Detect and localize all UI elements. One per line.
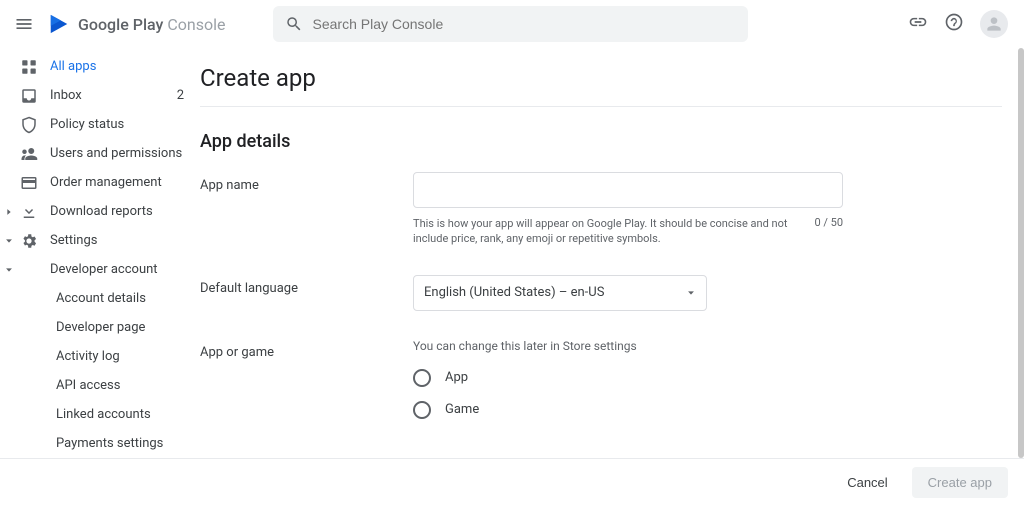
account-avatar[interactable] xyxy=(980,10,1008,38)
radio-game[interactable]: Game xyxy=(413,401,973,419)
divider xyxy=(200,106,1002,107)
select-value: English (United States) – en-US xyxy=(424,285,604,300)
shield-icon xyxy=(20,116,38,134)
main-content: Create app App details App name This is … xyxy=(200,48,1024,506)
default-language-select[interactable]: English (United States) – en-US xyxy=(413,275,707,311)
sidebar-item-inbox[interactable]: Inbox 2 xyxy=(0,81,200,110)
sidebar-label: Inbox xyxy=(50,88,165,103)
sidebar-label: Policy status xyxy=(50,117,200,132)
footer-bar: Cancel Create app xyxy=(0,458,1024,506)
sidebar-label: Download reports xyxy=(50,204,200,219)
sidebar-sub-developer-page[interactable]: Developer page xyxy=(0,313,200,342)
search-input[interactable] xyxy=(313,16,736,32)
users-icon xyxy=(20,145,38,163)
sidebar-item-policy-status[interactable]: Policy status xyxy=(0,110,200,139)
menu-icon[interactable] xyxy=(12,12,36,36)
create-app-button[interactable]: Create app xyxy=(912,467,1008,498)
collapse-icon xyxy=(2,265,16,275)
logo-text: Google Play Console xyxy=(78,15,226,34)
expand-icon xyxy=(2,207,16,217)
page-title: Create app xyxy=(200,64,1002,92)
sidebar-item-order-management[interactable]: Order management xyxy=(0,168,200,197)
top-bar: Google Play Console xyxy=(0,0,1024,48)
inbox-count: 2 xyxy=(177,88,184,103)
sidebar-item-all-apps[interactable]: All apps xyxy=(0,52,200,81)
radio-label: Game xyxy=(445,402,479,417)
person-icon xyxy=(984,14,1004,34)
search-box[interactable] xyxy=(273,6,748,42)
app-name-helper: This is how your app will appear on Goog… xyxy=(413,216,802,247)
sidebar-item-developer-account[interactable]: Developer account xyxy=(0,255,200,284)
app-or-game-note: You can change this later in Store setti… xyxy=(413,339,973,353)
link-icon[interactable] xyxy=(908,12,928,36)
apps-icon xyxy=(20,58,38,76)
logo[interactable]: Google Play Console xyxy=(48,13,226,35)
sidebar-sub-api-access[interactable]: API access xyxy=(0,371,200,400)
cancel-button[interactable]: Cancel xyxy=(835,467,899,498)
sidebar-label: Order management xyxy=(50,175,200,190)
sidebar: All apps Inbox 2 Policy status Users and… xyxy=(0,48,200,506)
collapse-icon xyxy=(2,236,16,246)
label-default-language: Default language xyxy=(200,275,413,311)
label-app-name: App name xyxy=(200,172,413,247)
radio-icon xyxy=(413,401,431,419)
app-name-counter: 0 / 50 xyxy=(814,216,843,247)
sidebar-label: Developer account xyxy=(50,262,200,277)
sidebar-label: Settings xyxy=(50,233,200,248)
sidebar-sub-activity-log[interactable]: Activity log xyxy=(0,342,200,371)
card-icon xyxy=(20,174,38,192)
play-console-icon xyxy=(48,13,70,35)
sidebar-label: Users and permissions xyxy=(50,146,200,161)
download-icon xyxy=(20,203,38,221)
radio-icon xyxy=(413,369,431,387)
sidebar-item-download-reports[interactable]: Download reports xyxy=(0,197,200,226)
sidebar-item-settings[interactable]: Settings xyxy=(0,226,200,255)
inbox-icon xyxy=(20,87,38,105)
sidebar-sub-payments-settings[interactable]: Payments settings xyxy=(0,429,200,458)
sidebar-sub-linked-accounts[interactable]: Linked accounts xyxy=(0,400,200,429)
help-icon[interactable] xyxy=(944,12,964,36)
sidebar-item-users-permissions[interactable]: Users and permissions xyxy=(0,139,200,168)
sidebar-sub-account-details[interactable]: Account details xyxy=(0,284,200,313)
sidebar-label: All apps xyxy=(50,59,200,74)
app-name-input[interactable] xyxy=(413,172,843,208)
chevron-down-icon xyxy=(686,288,696,298)
radio-app[interactable]: App xyxy=(413,369,973,387)
search-icon xyxy=(285,15,303,33)
scrollbar[interactable] xyxy=(1018,48,1024,458)
radio-label: App xyxy=(445,370,468,385)
section-app-details: App details xyxy=(200,131,1002,152)
label-app-or-game: App or game xyxy=(200,339,413,433)
gear-icon xyxy=(20,232,38,250)
